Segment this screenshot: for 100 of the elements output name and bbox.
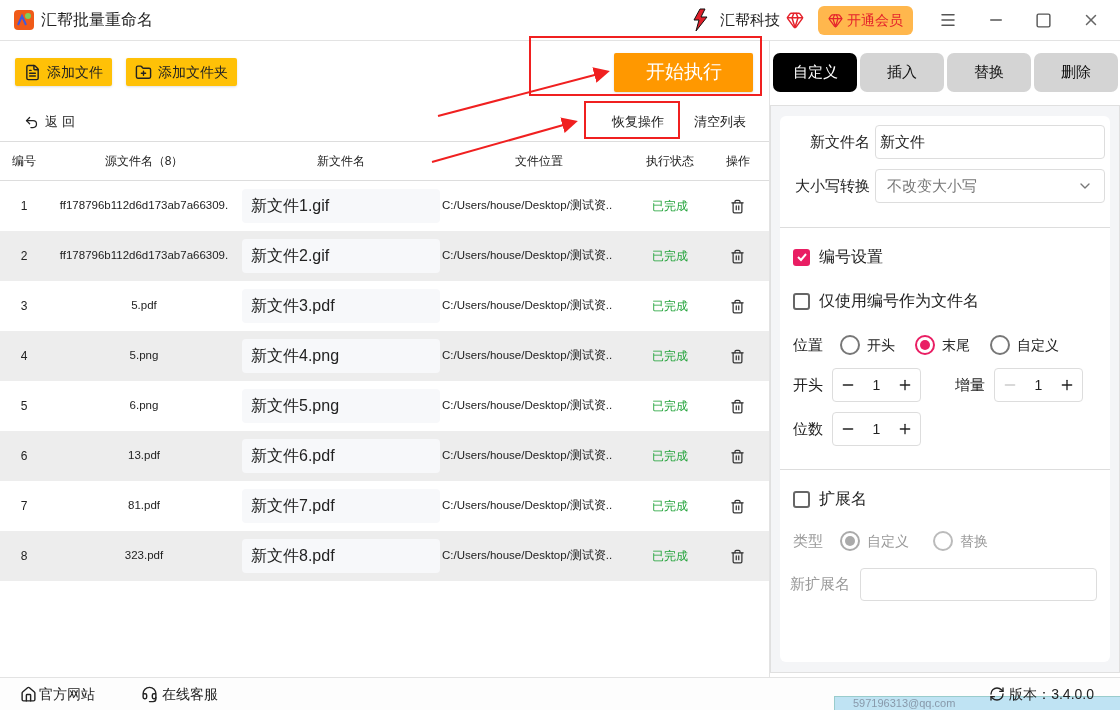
field-label: 位数 xyxy=(793,418,823,439)
delete-icon[interactable] xyxy=(730,348,745,364)
table-cell-text: C:/Users/house/Desktop/测试资.. xyxy=(442,548,614,564)
website-link[interactable]: 官方网站 xyxy=(39,683,95,705)
table-cell-text: 7 xyxy=(19,498,29,515)
new-name-field[interactable]: 新文件8.pdf xyxy=(242,539,440,573)
new-name-field[interactable]: 新文件4.png xyxy=(242,339,440,373)
tab[interactable]: 自定义 xyxy=(773,52,857,92)
delete-icon[interactable] xyxy=(730,198,745,214)
plus-icon[interactable] xyxy=(897,421,913,437)
delete-icon[interactable] xyxy=(730,548,745,564)
home-icon[interactable] xyxy=(20,685,37,703)
table-cell-text: 5.png xyxy=(128,348,160,364)
table-cell-text: C:/Users/house/Desktop/测试资.. xyxy=(442,398,614,414)
table-cell-text: C:/Users/house/Desktop/测试资.. xyxy=(442,298,614,314)
table-cell-text: 5 xyxy=(19,398,29,415)
back-button[interactable]: 返 回 xyxy=(24,112,75,132)
headset-icon[interactable] xyxy=(141,685,158,703)
number-stepper[interactable]: 1 xyxy=(832,412,921,446)
radio-label: 末尾 xyxy=(942,335,970,355)
checkbox[interactable] xyxy=(793,292,810,310)
add-file-button[interactable]: 添加文件 xyxy=(15,58,112,86)
table-cell-text: C:/Users/house/Desktop/测试资.. xyxy=(442,198,614,214)
tab[interactable]: 插入 xyxy=(860,52,944,92)
support-link[interactable]: 在线客服 xyxy=(162,683,218,705)
delete-icon[interactable] xyxy=(730,398,745,414)
new-name-field[interactable]: 新文件7.pdf xyxy=(242,489,440,523)
new-name-field[interactable]: 新文件3.pdf xyxy=(242,289,440,323)
field-label: 增量 xyxy=(955,374,985,395)
table-cell-text: C:/Users/house/Desktop/测试资.. xyxy=(442,248,614,264)
folder-plus-icon xyxy=(135,63,152,81)
radio-label: 自定义 xyxy=(867,531,909,551)
add-folder-button[interactable]: 添加文件夹 xyxy=(126,58,237,86)
column-header: 新文件名 xyxy=(316,153,366,170)
delete-icon[interactable] xyxy=(730,498,745,514)
delete-icon[interactable] xyxy=(730,298,745,314)
status-text: 已完成 xyxy=(651,548,689,565)
column-header: 文件位置 xyxy=(513,153,564,170)
field-label: 开头 xyxy=(793,374,823,395)
tab[interactable]: 删除 xyxy=(1034,52,1118,92)
radio-button[interactable] xyxy=(915,335,935,355)
radio-button[interactable] xyxy=(840,531,860,551)
table-cell-text: 6 xyxy=(19,448,29,465)
table-cell-text: 8 xyxy=(19,548,29,565)
field-label: 新扩展名 xyxy=(790,574,850,595)
checkbox-label: 扩展名 xyxy=(819,489,867,509)
plus-icon[interactable] xyxy=(897,377,913,393)
checkbox-label: 编号设置 xyxy=(819,247,883,267)
radio-label: 自定义 xyxy=(1017,335,1059,355)
radio-button[interactable] xyxy=(840,335,860,355)
file-icon xyxy=(24,63,41,81)
maximize-icon[interactable] xyxy=(1035,11,1052,29)
delete-icon[interactable] xyxy=(730,248,745,264)
stepper-value: 1 xyxy=(872,419,881,439)
status-text: 已完成 xyxy=(651,498,689,515)
table-cell-text: 1 xyxy=(19,198,29,215)
new-name-input[interactable]: 新文件 xyxy=(875,125,1105,159)
checkbox[interactable] xyxy=(793,248,810,266)
column-header: 编号 xyxy=(11,153,37,170)
new-name-field[interactable]: 新文件1.gif xyxy=(242,189,440,223)
column-header: 源文件名（8） xyxy=(103,153,185,170)
checkmark-icon xyxy=(795,251,808,263)
number-stepper[interactable]: 1 xyxy=(832,368,921,402)
clear-list-button[interactable]: 清空列表 xyxy=(694,112,746,132)
column-header: 操作 xyxy=(724,153,751,170)
status-text: 已完成 xyxy=(651,398,689,415)
brand-name: 汇帮科技 xyxy=(720,9,780,30)
stepper-value: 1 xyxy=(872,375,881,395)
extension-input[interactable] xyxy=(860,568,1097,601)
table-cell-text: 323.pdf xyxy=(123,548,165,564)
radio-label: 开头 xyxy=(867,335,895,355)
plus-icon[interactable] xyxy=(1059,377,1075,393)
refresh-icon xyxy=(989,686,1006,702)
table-cell-text: C:/Users/house/Desktop/测试资.. xyxy=(442,498,614,514)
new-name-field[interactable]: 新文件6.pdf xyxy=(242,439,440,473)
status-text: 已完成 xyxy=(651,248,689,265)
new-name-field[interactable]: 新文件5.png xyxy=(242,389,440,423)
number-stepper[interactable]: 1 xyxy=(994,368,1083,402)
status-text: 已完成 xyxy=(651,348,689,365)
restore-button[interactable]: 恢复操作 xyxy=(612,112,664,132)
checkbox-label: 仅使用编号作为文件名 xyxy=(819,291,979,311)
app-logo-icon xyxy=(14,10,34,30)
case-dropdown[interactable]: 不改变大小写 xyxy=(875,169,1105,203)
diamond-icon xyxy=(786,11,804,29)
checkbox[interactable] xyxy=(793,490,810,508)
status-text: 已完成 xyxy=(651,198,689,215)
undo-icon xyxy=(24,114,39,130)
table-cell-text: 3 xyxy=(19,298,29,315)
radio-button[interactable] xyxy=(990,335,1010,355)
tab[interactable]: 替换 xyxy=(947,52,1031,92)
table-cell-text: C:/Users/house/Desktop/测试资.. xyxy=(442,348,614,364)
new-name-field[interactable]: 新文件2.gif xyxy=(242,239,440,273)
table-cell-text: 13.pdf xyxy=(127,448,161,464)
table-cell-text: 2 xyxy=(19,248,29,265)
status-text: 已完成 xyxy=(651,298,689,315)
radio-button[interactable] xyxy=(933,531,953,551)
table-cell-text: 5.pdf xyxy=(130,298,158,314)
delete-icon[interactable] xyxy=(730,448,745,464)
table-cell-text: 81.pdf xyxy=(127,498,161,514)
menu-icon[interactable] xyxy=(939,11,957,29)
